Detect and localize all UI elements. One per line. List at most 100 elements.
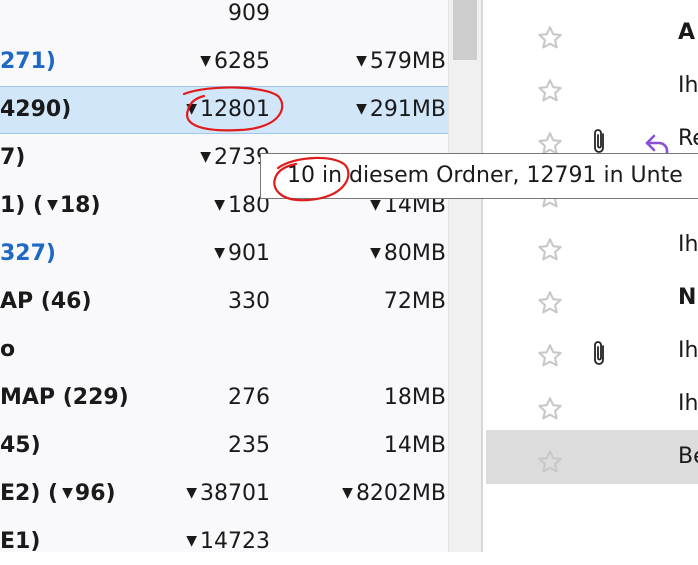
folder-size: ▼ 80MB — [370, 230, 446, 280]
message-row[interactable]: N — [486, 271, 698, 325]
folder-row[interactable]: 4290) ▼ 12801 ▼ 291MB — [0, 86, 448, 134]
star-icon[interactable] — [536, 19, 564, 49]
message-row[interactable]: Be — [486, 430, 698, 484]
folder-name: 45) — [0, 433, 41, 458]
collapse-triangle-icon: ▼ — [186, 485, 197, 501]
folder-total-value: 330 — [228, 289, 270, 314]
folder-total-count: ▼ 12801 — [186, 87, 270, 135]
message-list-pane: AIhReIhIhNIhIhBe — [486, 0, 698, 552]
folder-size-value: 80MB — [383, 241, 446, 266]
collapse-triangle-icon: ▼ — [186, 101, 197, 117]
folder-row[interactable]: E1) ▼ 14723 — [0, 518, 448, 552]
message-subject: N — [678, 285, 697, 310]
folder-total-value: 12801 — [200, 97, 270, 122]
folder-count-tooltip: 10 in diesem Ordner, 12791 in Unte — [260, 153, 698, 199]
folder-size-value: 72MB — [383, 289, 446, 314]
folder-size: ▼ 291MB — [356, 87, 446, 135]
folder-total-value: 38701 — [200, 481, 270, 506]
folder-row[interactable]: 327) ▼ 901 ▼ 80MB — [0, 230, 448, 278]
message-subject: Ih — [678, 391, 698, 416]
folder-name: o — [0, 337, 16, 362]
folder-row[interactable]: 271) ▼ 6285 ▼ 579MB — [0, 38, 448, 86]
folder-name: 327) — [0, 241, 56, 266]
star-icon[interactable] — [536, 390, 564, 420]
folder-total-value: 276 — [228, 385, 270, 410]
folder-size-value: 8202MB — [355, 481, 446, 506]
folder-row[interactable]: 909 — [0, 0, 448, 38]
folder-total-count: ▼ 6285 — [200, 38, 270, 88]
message-row[interactable]: A — [486, 6, 698, 60]
folder-name-count: 18) — [59, 193, 101, 218]
collapse-triangle-icon: ▼ — [214, 197, 225, 213]
collapse-triangle-icon: ▼ — [356, 53, 367, 69]
folder-size-value: 14MB — [383, 433, 446, 458]
message-subject: Ih — [678, 73, 698, 98]
tooltip-text: 10 in diesem Ordner, 12791 in Unte — [287, 163, 683, 188]
folder-total-count: 330 — [228, 278, 270, 326]
star-icon[interactable] — [536, 231, 564, 261]
collapse-triangle-icon: ▼ — [200, 149, 211, 165]
collapse-triangle-icon: ▼ — [62, 485, 73, 501]
folder-name: 7) — [0, 145, 26, 170]
message-subject: Ih — [678, 338, 698, 363]
folder-name: E1) — [0, 529, 41, 552]
folder-pane: 909 271) ▼ 6285 ▼ 579MB 4290) ▼ 12801 ▼ 291MB 7) ▼ 27… — [0, 0, 448, 552]
folder-total-value: 6285 — [214, 49, 270, 74]
message-row[interactable]: Ih — [486, 218, 698, 272]
message-row[interactable]: Ih — [486, 324, 698, 378]
reply-arrow-icon — [644, 125, 672, 157]
folder-total-count: 909 — [228, 0, 270, 38]
folder-name: 4290) — [0, 97, 72, 122]
folder-total-count: ▼ 14723 — [186, 518, 270, 552]
collapse-triangle-icon: ▼ — [186, 533, 197, 549]
folder-size: ▼ 8202MB — [342, 470, 446, 520]
collapse-triangle-icon: ▼ — [356, 101, 367, 117]
folder-size: ▼ 579MB — [356, 38, 446, 88]
folder-row[interactable]: 45) 235 14MB — [0, 422, 448, 470]
paperclip-icon — [588, 336, 612, 366]
scrollbar-thumb[interactable] — [453, 0, 477, 60]
folder-size: 14MB — [384, 422, 446, 470]
star-icon[interactable] — [536, 337, 564, 367]
folder-name: MAP (229) — [0, 385, 129, 410]
paperclip-icon — [588, 124, 612, 154]
folder-total-count: 235 — [228, 422, 270, 470]
folder-total-count: 276 — [228, 374, 270, 422]
message-row[interactable]: Ih — [486, 377, 698, 431]
folder-name-wrapper: 1) (▼18) — [0, 182, 101, 232]
folder-total-value: 909 — [228, 1, 270, 26]
message-row[interactable]: Ih — [486, 59, 698, 113]
folder-total-value: 14723 — [200, 529, 270, 552]
message-subject: Ih — [678, 232, 698, 257]
folder-size-value: 18MB — [383, 385, 446, 410]
folder-row[interactable]: E2) (▼96) ▼ 38701 ▼ 8202MB — [0, 470, 448, 518]
folder-name: AP (46) — [0, 289, 92, 314]
folder-row[interactable]: o — [0, 326, 448, 374]
folder-name-text: E2) ( — [0, 481, 59, 506]
folder-total-value: 235 — [228, 433, 270, 458]
folder-row[interactable]: AP (46) 330 72MB — [0, 278, 448, 326]
star-icon[interactable] — [536, 284, 564, 314]
message-subject: A — [678, 20, 696, 45]
folder-total-value: 901 — [228, 241, 270, 266]
folder-pane-scrollbar[interactable] — [448, 0, 481, 552]
folder-name-count: 96) — [74, 481, 116, 506]
star-icon[interactable] — [536, 443, 564, 473]
collapse-triangle-icon: ▼ — [200, 53, 211, 69]
collapse-triangle-icon: ▼ — [214, 245, 225, 261]
folder-total-count: ▼ 901 — [214, 230, 270, 280]
folder-size-value: 579MB — [369, 49, 446, 74]
folder-name-wrapper: E2) (▼96) — [0, 470, 116, 520]
message-subject: Be — [678, 444, 698, 469]
pane-splitter[interactable] — [481, 0, 483, 552]
folder-size-value: 291MB — [369, 97, 446, 122]
star-icon[interactable] — [536, 125, 564, 155]
folder-size: 72MB — [384, 278, 446, 326]
collapse-triangle-icon: ▼ — [342, 485, 353, 501]
folder-row[interactable]: MAP (229) 276 18MB — [0, 374, 448, 422]
star-icon[interactable] — [536, 72, 564, 102]
folder-name-text: 1) ( — [0, 193, 44, 218]
collapse-triangle-icon: ▼ — [370, 197, 381, 213]
folder-name: 271) — [0, 49, 56, 74]
folder-size: 18MB — [384, 374, 446, 422]
